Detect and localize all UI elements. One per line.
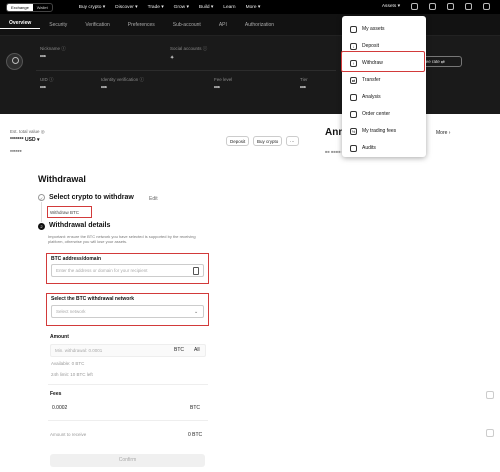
tab-verification[interactable]: Verification bbox=[76, 22, 118, 28]
divider bbox=[36, 70, 336, 71]
step-1-check-icon: ✓ bbox=[38, 194, 45, 201]
amount-label: Amount bbox=[50, 334, 69, 340]
dropdown-label: Deposit bbox=[362, 43, 379, 49]
edit-crypto-link[interactable]: Edit bbox=[149, 196, 158, 202]
step-2-title: Withdrawal details bbox=[49, 222, 111, 229]
fees-label: Fees bbox=[50, 391, 62, 397]
total-value-sub: ****** bbox=[10, 150, 22, 156]
bell-icon[interactable] bbox=[447, 3, 454, 10]
fees-value: 0.0002 bbox=[52, 405, 68, 411]
total-value[interactable]: ******* USD ▾ bbox=[10, 137, 39, 143]
menu-build[interactable]: Build ▾ bbox=[199, 5, 213, 10]
dropdown-label: My assets bbox=[362, 26, 385, 32]
receive-value: 0 BTC bbox=[188, 432, 203, 438]
total-value-label: Est. total value ◎ bbox=[10, 129, 45, 134]
user-icon[interactable] bbox=[411, 3, 418, 10]
amount-all-button[interactable]: All bbox=[194, 347, 200, 353]
buy-crypto-button[interactable]: Buy crypto bbox=[253, 136, 283, 146]
wallet-icon bbox=[350, 25, 357, 33]
assets-menu[interactable]: Assets ▾ bbox=[382, 4, 400, 9]
menu-learn[interactable]: Learn bbox=[223, 5, 235, 10]
tab-api[interactable]: API bbox=[210, 22, 236, 28]
tab-authorization[interactable]: Authorization bbox=[236, 22, 283, 28]
more-link[interactable]: More › bbox=[436, 130, 450, 136]
available-balance: Available: 0 BTC bbox=[51, 361, 85, 366]
address-book-icon[interactable] bbox=[193, 267, 199, 275]
withdraw-title: Withdrawal bbox=[38, 174, 86, 184]
dropdown-label: Transfer bbox=[362, 77, 381, 83]
network-select[interactable]: Select network bbox=[51, 305, 204, 318]
dropdown-item-my-assets[interactable]: My assets bbox=[350, 23, 385, 35]
order-icon bbox=[350, 110, 357, 118]
amount-unit: BTC bbox=[174, 347, 184, 353]
daily-limit: 24h limit: 10 BTC left bbox=[51, 372, 93, 377]
step-1-title: Select crypto to withdraw bbox=[49, 194, 134, 201]
dropdown-label: My trading fees bbox=[362, 128, 397, 134]
fee-level-value: *** bbox=[214, 86, 220, 92]
step-2-indicator: 2 bbox=[38, 223, 45, 230]
network-warning: Important: ensure the BTC network you ha… bbox=[48, 234, 196, 244]
menu-discover[interactable]: Discover ▾ bbox=[115, 5, 137, 10]
dropdown-item-trading-fees[interactable]: % My trading fees bbox=[350, 125, 396, 137]
address-input[interactable]: Enter the address or domain for your rec… bbox=[51, 264, 204, 277]
menu-buy-crypto[interactable]: Buy crypto ▾ bbox=[79, 5, 105, 10]
selected-crypto-chip[interactable]: Withdraw BTC bbox=[47, 206, 92, 218]
chevron-down-icon[interactable]: ⌄ bbox=[194, 309, 198, 315]
confirm-button[interactable]: Confirm bbox=[50, 454, 205, 467]
help-icon[interactable] bbox=[465, 3, 472, 10]
dropdown-label: Audits bbox=[362, 145, 376, 151]
twitter-icon[interactable]: ✦ bbox=[170, 55, 174, 61]
uid-label: UID ⓘ bbox=[40, 77, 54, 82]
dropdown-item-audits[interactable]: Audits bbox=[350, 142, 376, 154]
menu-more[interactable]: More ▾ bbox=[246, 5, 261, 10]
address-label: BTC address/domain bbox=[51, 256, 102, 262]
nickname-value: *** bbox=[40, 55, 46, 61]
receive-label: Amount to receive bbox=[50, 432, 87, 437]
analysis-icon bbox=[350, 93, 357, 101]
tier-value: *** bbox=[300, 86, 306, 92]
more-actions-button[interactable]: ⋯ bbox=[286, 136, 299, 146]
support-icon[interactable] bbox=[486, 429, 494, 437]
social-accounts-label: Social accounts ⓘ bbox=[170, 46, 208, 51]
main-menu: Buy crypto ▾ Discover ▾ Trade ▾ Grow ▾ B… bbox=[79, 5, 260, 10]
audits-icon bbox=[350, 144, 357, 152]
top-right-controls: Assets ▾ bbox=[382, 3, 490, 10]
trading-fee-icon: % bbox=[350, 127, 357, 135]
tab-preferences[interactable]: Preferences bbox=[119, 22, 164, 28]
download-icon[interactable] bbox=[429, 3, 436, 10]
dropdown-item-order-center[interactable]: Order center bbox=[350, 108, 390, 120]
deposit-button[interactable]: Deposit bbox=[226, 136, 250, 146]
withdraw-highlight bbox=[341, 51, 425, 72]
dropdown-label: Order center bbox=[362, 111, 391, 117]
avatar[interactable] bbox=[6, 53, 23, 70]
tab-overview[interactable]: Overview bbox=[0, 20, 41, 29]
transfer-icon: ⇄ bbox=[350, 76, 357, 84]
step-connector bbox=[41, 202, 42, 222]
network-label: Select the BTC withdrawal network bbox=[51, 296, 135, 302]
divider bbox=[48, 420, 208, 421]
identity-verification-value: *** bbox=[101, 86, 107, 92]
fees-unit: BTC bbox=[190, 405, 200, 411]
assets-dropdown: My assets ↓ Deposit ↑ Withdraw ⇄ Transfe… bbox=[342, 16, 426, 157]
fee-level-label: Fee level bbox=[214, 77, 233, 82]
menu-grow[interactable]: Grow ▾ bbox=[174, 5, 189, 10]
tab-sub-account[interactable]: Sub-account bbox=[164, 22, 210, 28]
mode-switch[interactable]: Exchange Wallet bbox=[6, 2, 53, 12]
menu-trade[interactable]: Trade ▾ bbox=[148, 5, 164, 10]
chat-icon[interactable] bbox=[486, 391, 494, 399]
deposit-icon: ↓ bbox=[350, 42, 357, 50]
uid-value: *** bbox=[40, 86, 46, 92]
tab-security[interactable]: Security bbox=[40, 22, 76, 28]
divider bbox=[48, 384, 208, 385]
dropdown-label: Analysis bbox=[362, 94, 381, 100]
exchange-tab[interactable]: Exchange bbox=[7, 3, 33, 11]
nickname-label: Nickname ⓘ bbox=[40, 46, 66, 51]
globe-icon[interactable] bbox=[483, 3, 490, 10]
wallet-tab[interactable]: Wallet bbox=[33, 4, 52, 11]
dropdown-item-analysis[interactable]: Analysis bbox=[350, 91, 381, 103]
top-nav-bar: Exchange Wallet Buy crypto ▾ Discover ▾ … bbox=[0, 0, 500, 14]
identity-verification-label: Identity verification ⓘ bbox=[101, 77, 145, 82]
dropdown-item-transfer[interactable]: ⇄ Transfer bbox=[350, 74, 380, 86]
tier-label: Tier bbox=[300, 77, 308, 82]
